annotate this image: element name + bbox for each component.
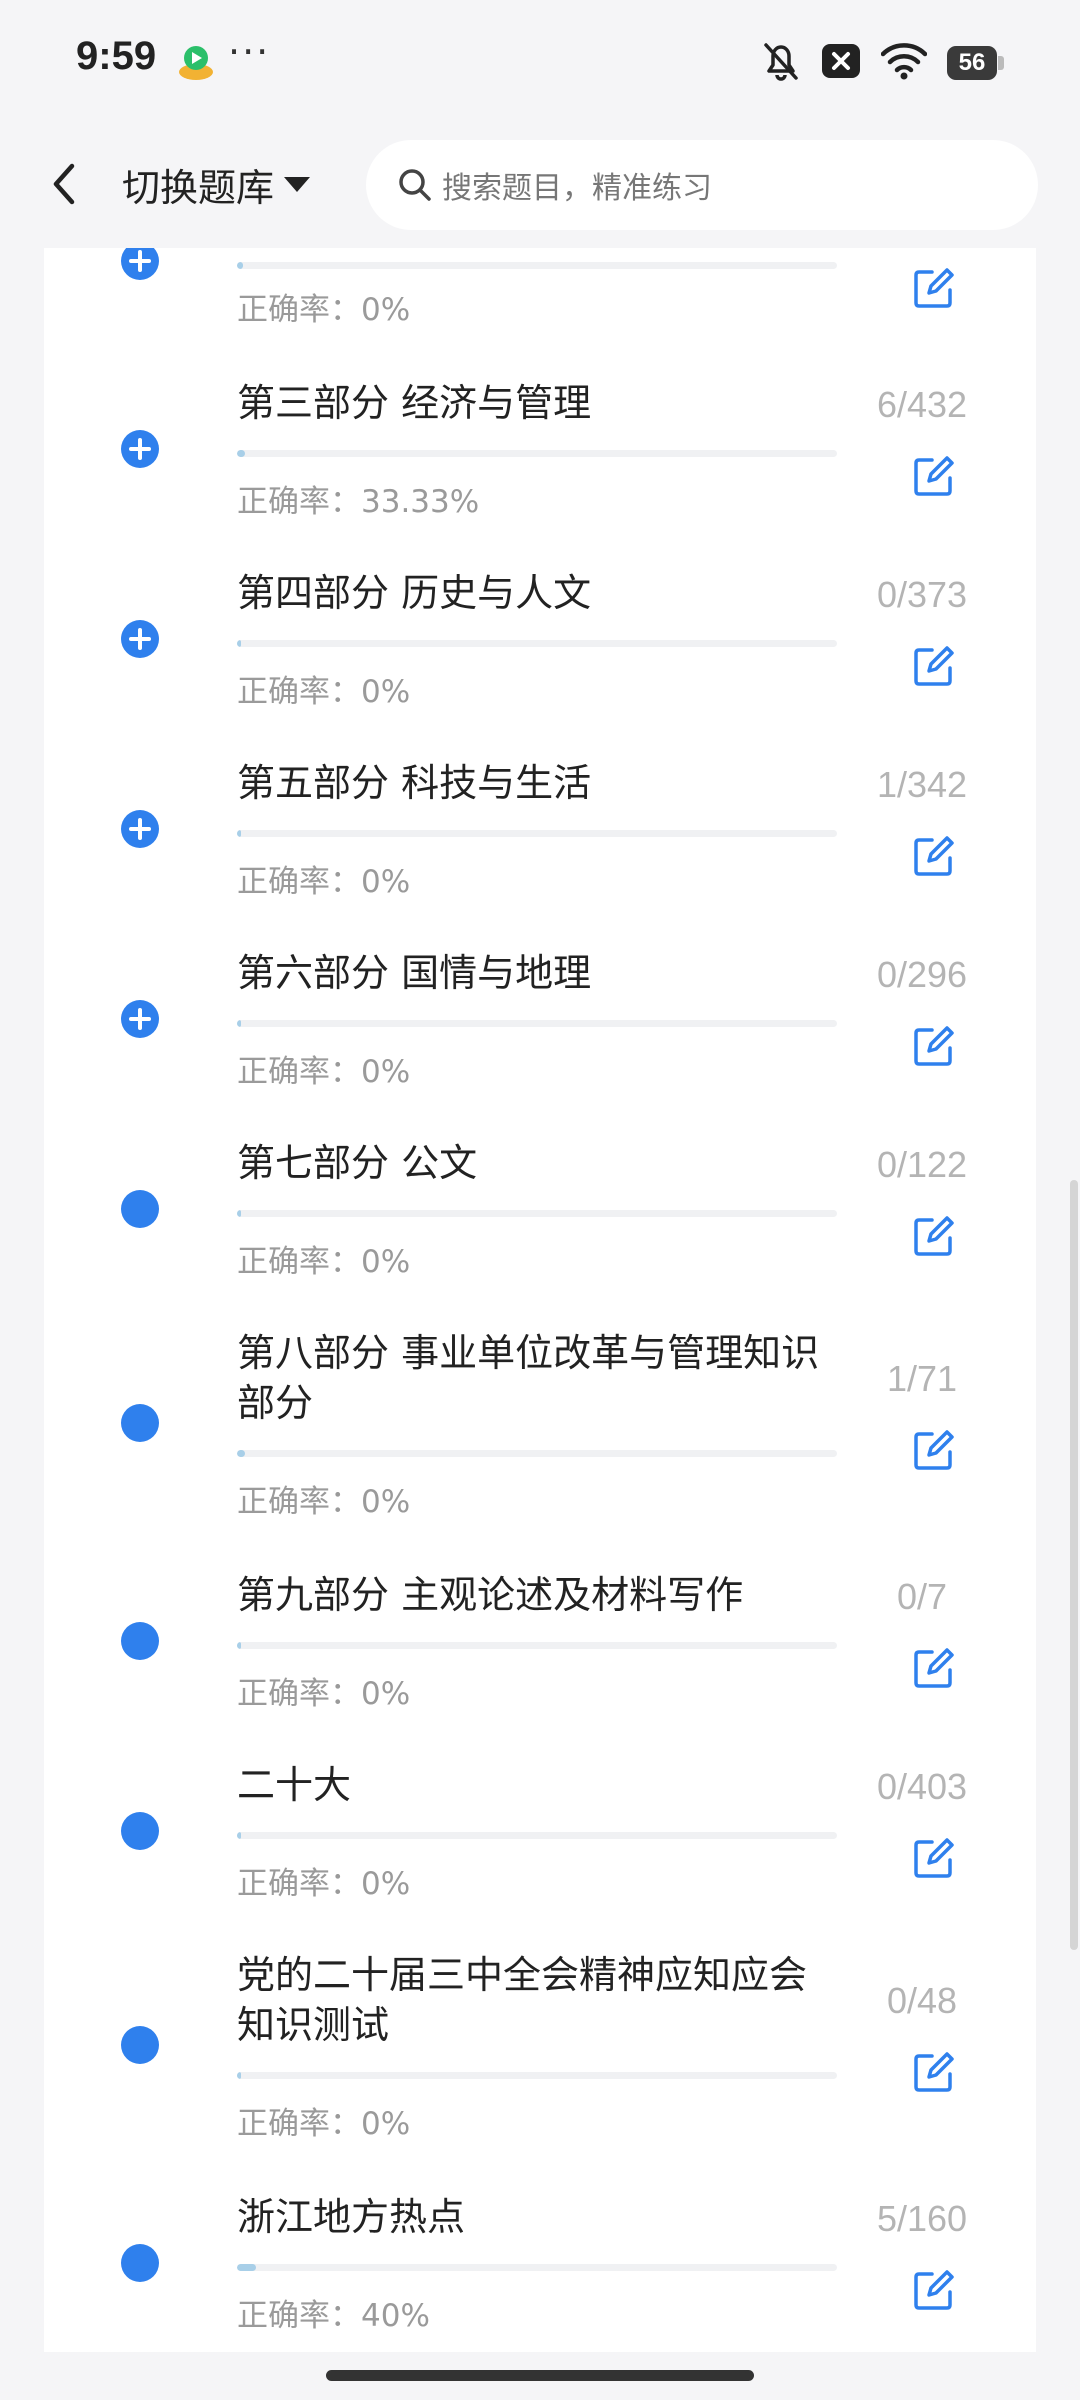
item-title: 浙江地方热点 xyxy=(237,2195,466,2239)
edit-icon[interactable] xyxy=(912,1214,956,1258)
item-title: 第五部分 科技与生活 xyxy=(237,761,592,805)
item-title: 第三部分 经济与管理 xyxy=(237,381,592,425)
item-title: 第九部分 主观论述及材料写作 xyxy=(237,1573,744,1617)
progress-bar xyxy=(237,2072,837,2079)
scrollbar[interactable] xyxy=(1070,1180,1078,1950)
edit-icon[interactable] xyxy=(912,2268,956,2312)
expand-plus-icon[interactable] xyxy=(121,1000,159,1038)
bell-off-icon xyxy=(761,40,801,86)
edit-icon[interactable] xyxy=(912,1024,956,1068)
more-notifications-icon: ··· xyxy=(228,30,271,74)
top-header: 切换题库 搜索题目，精准练习 xyxy=(0,120,1080,248)
home-indicator[interactable] xyxy=(326,2370,754,2381)
accuracy-label: 正确率：0% xyxy=(237,674,411,710)
expand-plus-icon[interactable] xyxy=(121,620,159,658)
switch-bank-button[interactable]: 切换题库 xyxy=(122,158,311,210)
search-icon xyxy=(399,169,431,201)
expand-plus-icon[interactable] xyxy=(121,810,159,848)
switch-bank-label: 切换题库 xyxy=(122,165,275,210)
progress-count: 5/160 xyxy=(876,2198,968,2239)
edit-icon[interactable] xyxy=(912,1836,956,1880)
progress-bar xyxy=(237,640,837,647)
back-icon[interactable] xyxy=(44,158,84,210)
caret-down-icon xyxy=(284,176,311,192)
progress-bar xyxy=(237,1020,837,1027)
progress-bar xyxy=(237,2264,837,2271)
blue-dot-icon[interactable] xyxy=(121,1190,159,1228)
category-list: 正确率：0% 第三部分 经济与管理 正确率：33.33% 6/432 第四部分 … xyxy=(44,248,1036,2352)
item-title: 第八部分 事业单位改革与管理知识部分 xyxy=(237,1331,820,1425)
item-title: 党的二十届三中全会精神应知应会知识测试 xyxy=(237,1953,808,2047)
accuracy-label: 正确率：0% xyxy=(237,1054,411,1090)
blue-dot-icon[interactable] xyxy=(121,1404,159,1442)
progress-count: 0/403 xyxy=(876,1766,968,1807)
progress-count: 0/296 xyxy=(876,954,968,995)
blue-dot-icon[interactable] xyxy=(121,2026,159,2064)
search-input[interactable]: 搜索题目，精准练习 xyxy=(366,140,1038,230)
blue-dot-icon[interactable] xyxy=(121,1812,159,1850)
wifi-icon xyxy=(880,42,928,84)
edit-icon[interactable] xyxy=(912,1646,956,1690)
accuracy-label: 正确率：40% xyxy=(237,2298,430,2334)
progress-count: 6/432 xyxy=(876,384,968,425)
edit-icon[interactable] xyxy=(912,834,956,878)
accuracy-label: 正确率：0% xyxy=(237,292,411,328)
progress-count: 0/122 xyxy=(876,1144,968,1185)
blue-dot-icon[interactable] xyxy=(121,2244,159,2282)
progress-count: 0/7 xyxy=(896,1576,948,1617)
close-box-icon xyxy=(821,43,861,83)
progress-bar xyxy=(237,1642,837,1649)
edit-icon[interactable] xyxy=(912,1428,956,1472)
progress-bar xyxy=(237,450,837,457)
edit-icon[interactable] xyxy=(912,266,956,310)
accuracy-label: 正确率：0% xyxy=(237,2106,411,2142)
progress-bar xyxy=(237,1210,837,1217)
accuracy-label: 正确率：0% xyxy=(237,1244,411,1280)
progress-bar xyxy=(237,1450,837,1457)
battery-icon: 56 xyxy=(947,46,1004,80)
expand-plus-icon[interactable] xyxy=(121,430,159,468)
accuracy-label: 正确率：33.33% xyxy=(237,484,480,520)
edit-icon[interactable] xyxy=(912,2050,956,2094)
status-bar: 9:59 ··· 56 xyxy=(0,0,1080,120)
accuracy-label: 正确率：0% xyxy=(237,864,411,900)
progress-count: 1/342 xyxy=(876,764,968,805)
item-title: 第四部分 历史与人文 xyxy=(237,571,592,615)
accuracy-label: 正确率：0% xyxy=(237,1484,411,1520)
progress-bar xyxy=(237,830,837,837)
app-notification-icon xyxy=(176,42,216,82)
item-title: 第七部分 公文 xyxy=(237,1141,478,1185)
battery-level: 56 xyxy=(947,46,997,80)
accuracy-label: 正确率：0% xyxy=(237,1866,411,1902)
blue-dot-icon[interactable] xyxy=(121,1622,159,1660)
edit-icon[interactable] xyxy=(912,454,956,498)
expand-plus-icon[interactable] xyxy=(121,248,159,280)
item-title: 二十大 xyxy=(237,1763,352,1807)
progress-count: 1/71 xyxy=(886,1358,958,1399)
search-placeholder: 搜索题目，精准练习 xyxy=(442,171,712,206)
progress-bar xyxy=(237,1832,837,1839)
edit-icon[interactable] xyxy=(912,644,956,688)
item-title: 第六部分 国情与地理 xyxy=(237,951,592,995)
progress-bar xyxy=(237,262,837,269)
accuracy-label: 正确率：0% xyxy=(237,1676,411,1712)
status-time: 9:59 xyxy=(76,34,157,78)
progress-count: 0/48 xyxy=(886,1980,958,2021)
progress-count: 0/373 xyxy=(876,574,968,615)
